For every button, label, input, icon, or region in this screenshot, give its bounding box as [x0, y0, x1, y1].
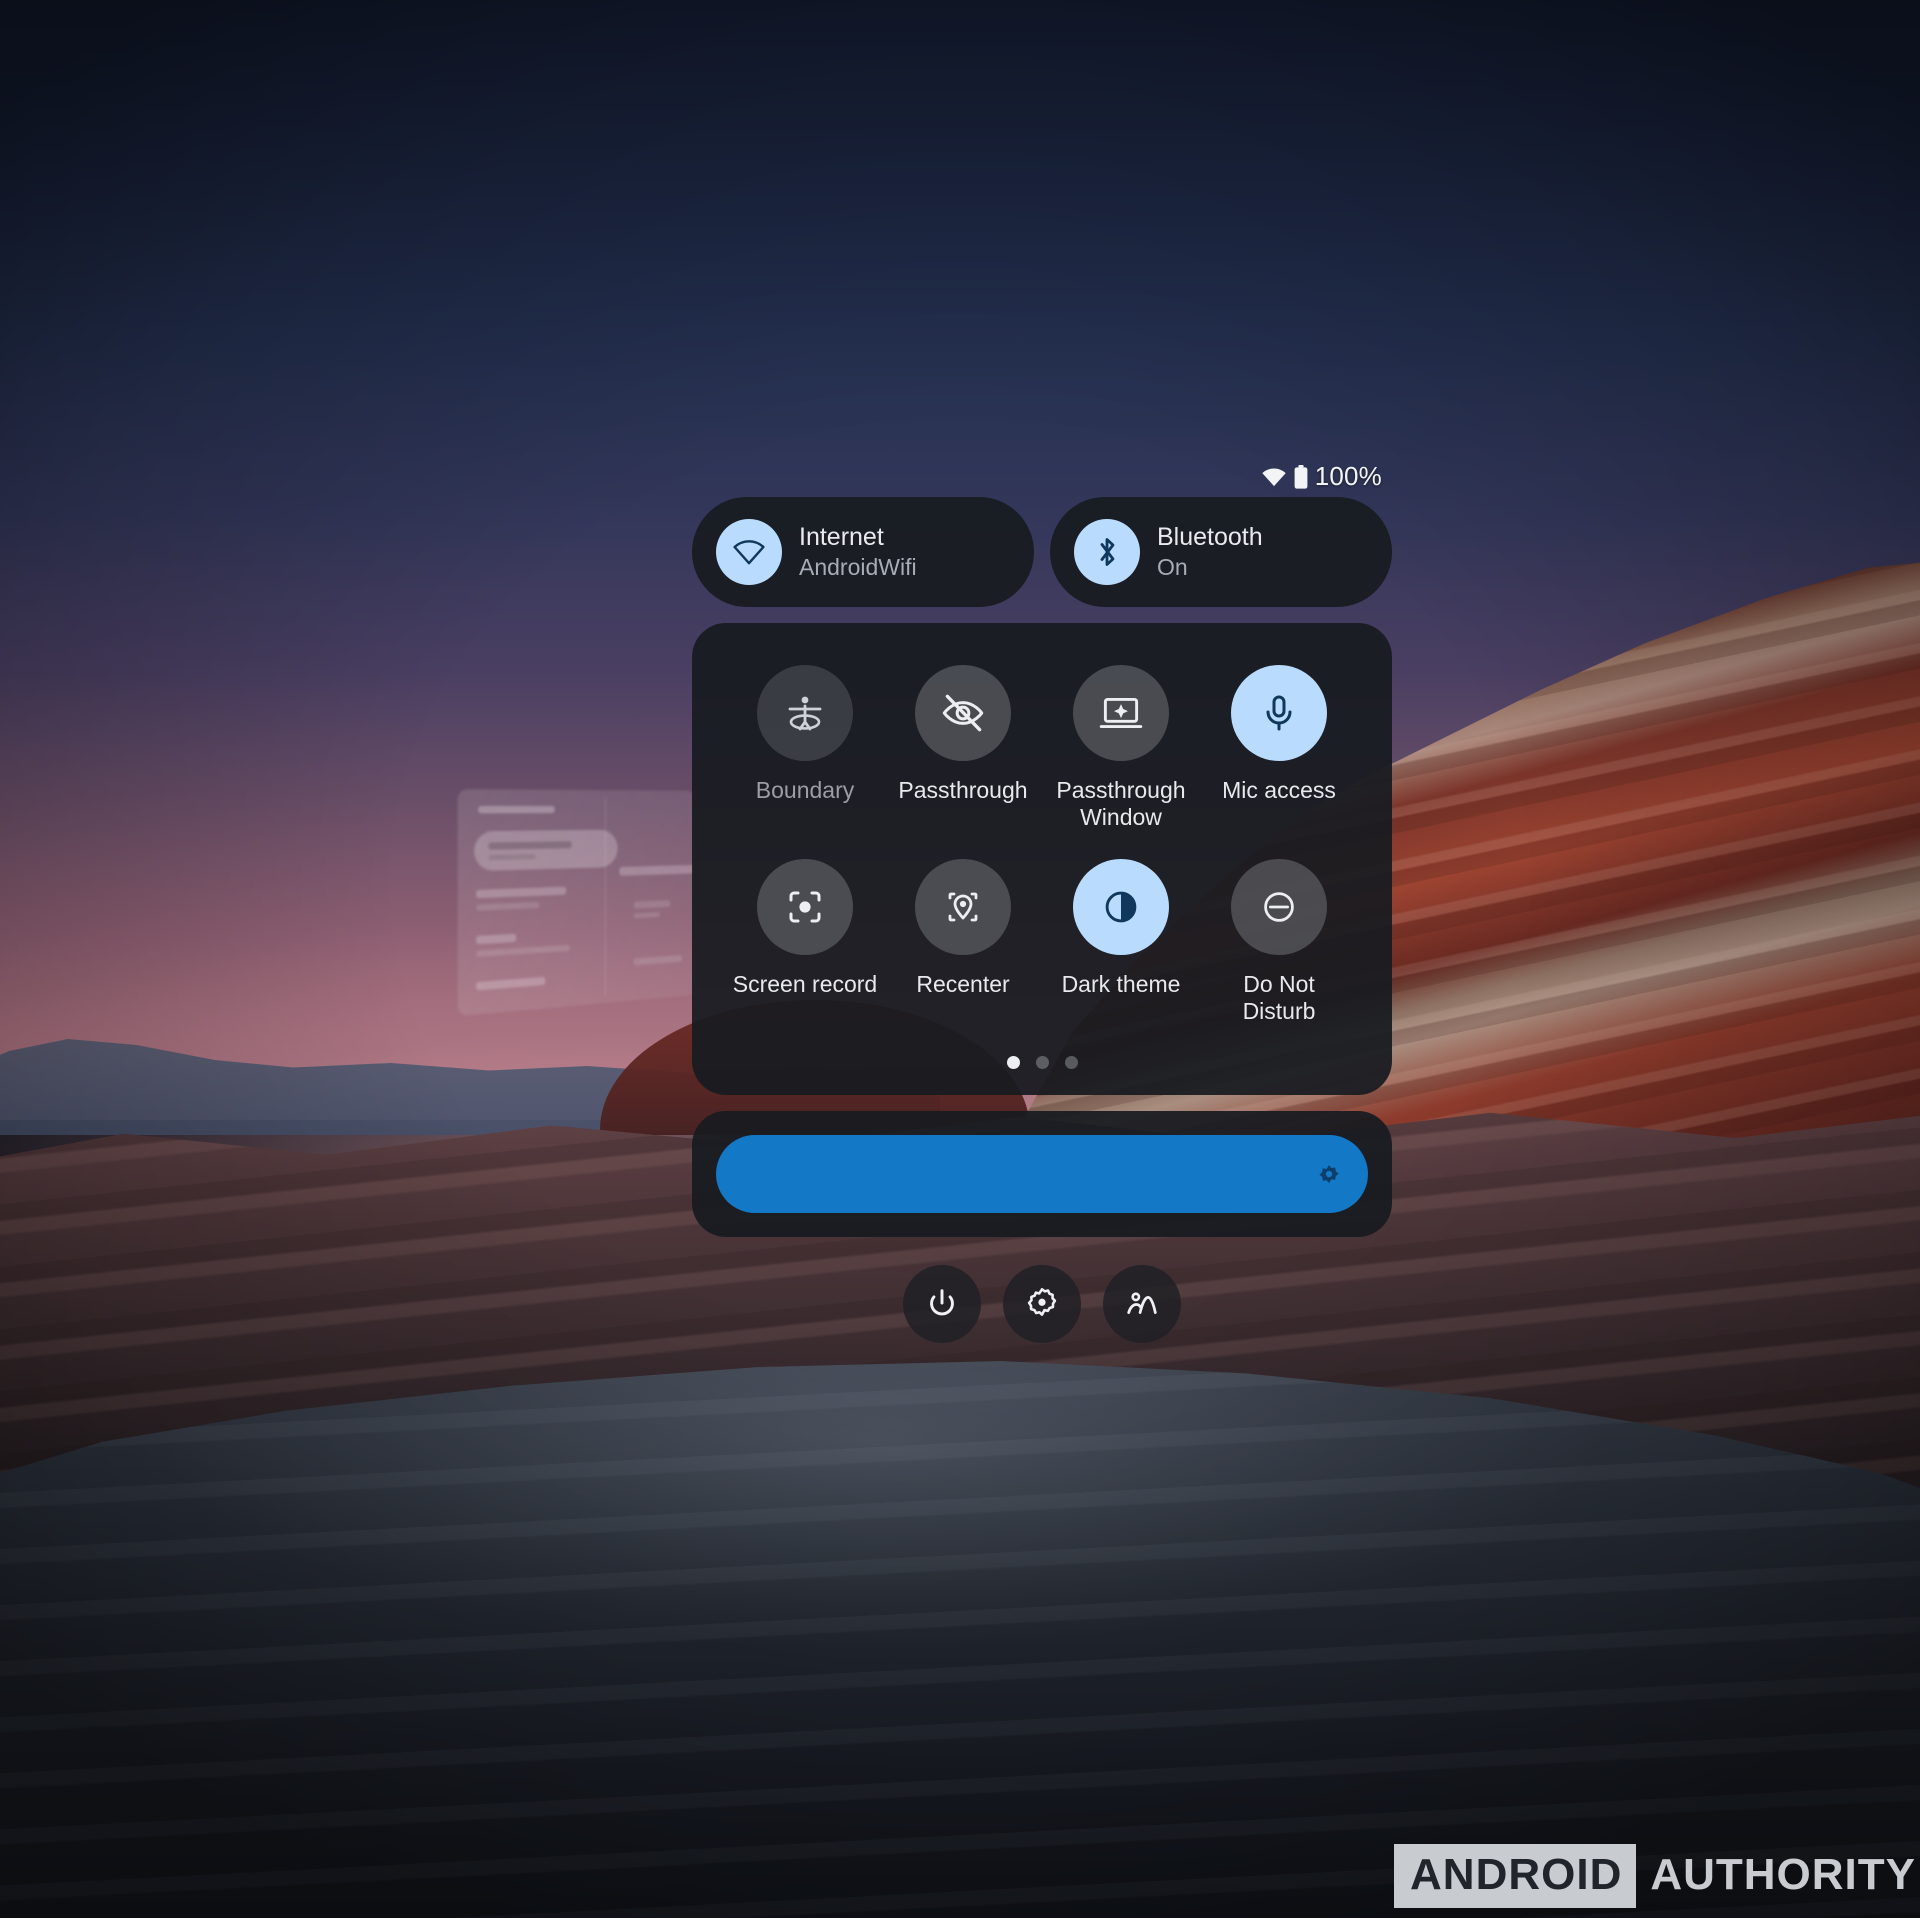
mountain-person-icon: [1127, 1291, 1157, 1314]
watermark: ANDROID AUTHORITY: [1394, 1844, 1920, 1908]
boundary-person-icon: [757, 665, 853, 761]
ghost-col2-row-2: [633, 954, 683, 966]
quick-settings-panel: 100% Internet AndroidWifi Bluetooth On B…: [692, 461, 1392, 1343]
do-not-disturb-icon: [1231, 859, 1327, 956]
tile-dark-theme-label: Dark theme: [1061, 971, 1181, 998]
tile-screen-record[interactable]: Screen record: [726, 859, 884, 1025]
window-sparkle-icon: [1073, 665, 1169, 761]
page-indicator[interactable]: [726, 1055, 1358, 1069]
brightness-icon: [1319, 1164, 1339, 1183]
internet-tile[interactable]: Internet AndroidWifi: [692, 497, 1034, 607]
ghost-col2-row-1-sub: [633, 912, 660, 919]
gear-icon: [1027, 1287, 1057, 1316]
ghost-window-title: [478, 806, 555, 814]
ghost-divider: [604, 798, 606, 997]
battery-full-icon: [1294, 464, 1308, 489]
settings-button[interactable]: [1003, 1264, 1081, 1343]
ghost-row-1-sub: [476, 901, 540, 911]
ghost-row-3: [476, 976, 546, 991]
internet-tile-subtitle: AndroidWifi: [799, 553, 917, 580]
microphone-icon: [1231, 665, 1327, 761]
quick-tiles-grid: Boundary Passthrough Passthrough Window …: [726, 665, 1358, 1026]
ghost-col2-title: [619, 864, 695, 876]
ghost-search-field: [474, 829, 618, 872]
watermark-suffix: AUTHORITY: [1650, 1850, 1916, 1899]
connectivity-row: Internet AndroidWifi Bluetooth On: [692, 497, 1392, 607]
ghost-row-1: [476, 886, 567, 899]
tile-passthrough-window-label: Passthrough Window: [1056, 777, 1186, 831]
environment-button[interactable]: [1103, 1264, 1181, 1343]
quick-tiles-card: Boundary Passthrough Passthrough Window …: [692, 623, 1392, 1095]
ghost-row-2-sub: [476, 944, 570, 957]
tile-recenter-label: Recenter: [916, 971, 1010, 998]
tile-recenter[interactable]: Recenter: [884, 859, 1042, 1025]
tile-dark-theme[interactable]: Dark theme: [1042, 859, 1200, 1025]
page-dot-3[interactable]: [1064, 1055, 1078, 1069]
brightness-slider[interactable]: [716, 1134, 1368, 1213]
ghost-search-text: [488, 841, 572, 850]
screen-record-icon: [757, 859, 853, 956]
tile-passthrough-window[interactable]: Passthrough Window: [1042, 665, 1200, 831]
battery-percent-label: 100%: [1314, 461, 1382, 491]
watermark-brand: ANDROID: [1394, 1844, 1637, 1908]
bottom-actions: [692, 1264, 1392, 1343]
ghost-search-sub: [488, 854, 536, 861]
tile-screen-record-label: Screen record: [732, 971, 878, 998]
bluetooth-tile-subtitle: On: [1157, 553, 1188, 580]
ghost-col2-row-1: [633, 900, 671, 909]
bluetooth-tile-title: Bluetooth: [1157, 523, 1263, 552]
page-dot-2[interactable]: [1035, 1055, 1049, 1069]
wifi-icon: [1261, 467, 1286, 486]
tile-passthrough-label: Passthrough: [898, 777, 1028, 803]
tile-boundary[interactable]: Boundary: [726, 665, 884, 831]
eye-off-icon: [915, 665, 1011, 761]
bluetooth-icon: [1074, 519, 1140, 585]
vr-home-environment: 100% Internet AndroidWifi Bluetooth On B…: [0, 0, 1920, 1918]
brightness-card: [692, 1110, 1392, 1237]
page-dot-1[interactable]: [1006, 1055, 1020, 1069]
recenter-pin-icon: [915, 859, 1011, 956]
tile-mic-access-label: Mic access: [1222, 777, 1336, 803]
ghost-row-2: [476, 933, 517, 945]
power-button[interactable]: [903, 1264, 981, 1343]
tile-mic-access[interactable]: Mic access: [1200, 665, 1358, 831]
tile-do-not-disturb-label: Do Not Disturb: [1242, 971, 1316, 1025]
tile-boundary-label: Boundary: [755, 777, 855, 803]
tile-passthrough[interactable]: Passthrough: [884, 665, 1042, 831]
status-bar: 100%: [1261, 461, 1382, 492]
bluetooth-tile[interactable]: Bluetooth On: [1050, 497, 1392, 607]
contrast-half-icon: [1073, 859, 1169, 956]
wifi-icon: [716, 519, 782, 585]
internet-tile-title: Internet: [799, 523, 884, 552]
tile-do-not-disturb[interactable]: Do Not Disturb: [1200, 859, 1358, 1025]
background-app-window[interactable]: [457, 789, 695, 1017]
power-icon: [930, 1288, 954, 1315]
